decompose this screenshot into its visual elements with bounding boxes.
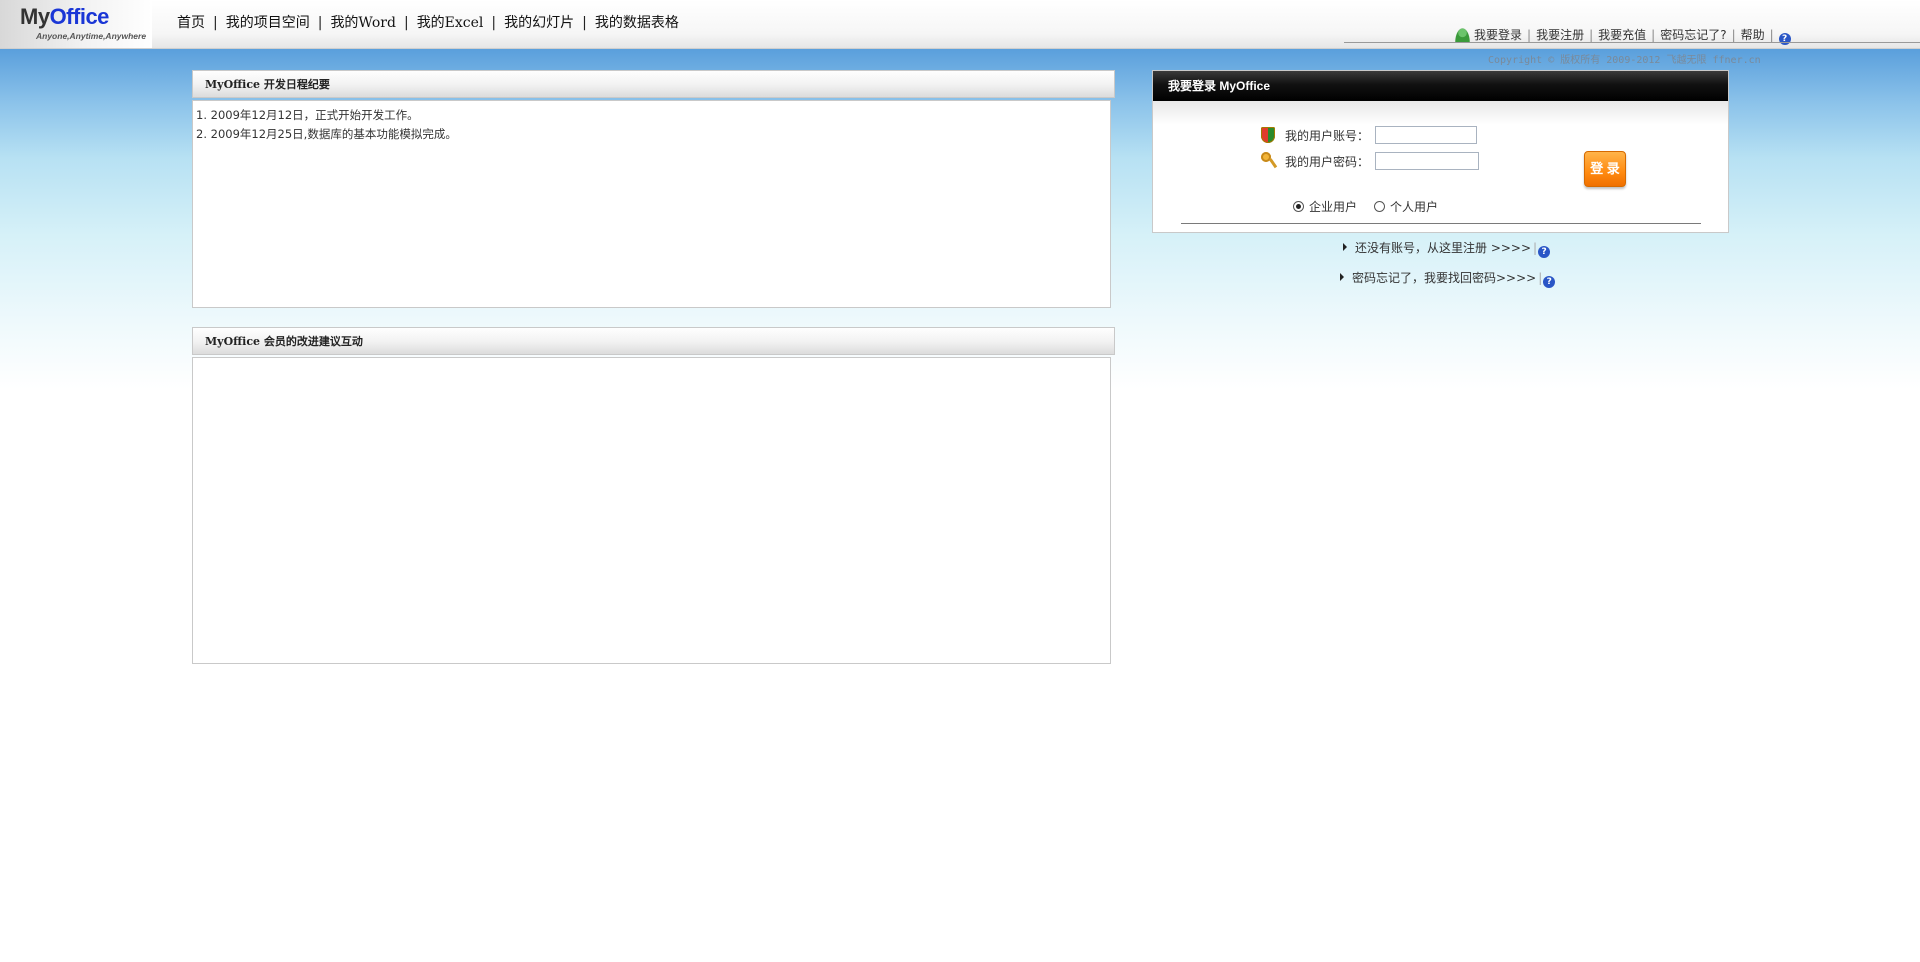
header-divider-line <box>1344 42 1920 43</box>
top-link-separator: | <box>1769 28 1774 42</box>
top-link-help[interactable]: 帮助 <box>1741 28 1765 42</box>
suggestion-panel-title: MyOffice 会员的改进建议互动 <box>192 327 1115 355</box>
help-icon[interactable]: ? <box>1538 246 1551 258</box>
login-box: 我要登录 MyOffice 我的用户账号： 我的用户密码： 登 录 企业用户 个人… <box>1152 70 1729 233</box>
copyright-text: Copyright © 版权所有 2009-2012 飞越无限 ffner.cn <box>1488 55 1761 66</box>
register-link[interactable]: 还没有账号，从这里注册 >>>> <box>1355 241 1531 255</box>
link-separator: | <box>1533 241 1538 255</box>
login-header-fade <box>1153 101 1728 125</box>
password-input[interactable] <box>1375 152 1480 170</box>
list-item: 1. 2009年12月12日，正式开始开发工作。 <box>196 108 419 122</box>
top-header: MyOffice Anyone,Anytime,Anywhere 首页 | 我的项目… <box>0 0 1920 49</box>
nav-my-slides[interactable]: 我的幻灯片 <box>504 15 574 31</box>
myoffice-logo[interactable]: MyOffice Anyone,Anytime,Anywhere <box>0 0 152 48</box>
logo-wordmark: MyOffice <box>20 4 109 29</box>
logo-slogan: Anyone,Anytime,Anywhere <box>36 31 147 41</box>
link-separator: | <box>1538 271 1543 285</box>
top-link-recharge[interactable]: 我要充值 <box>1598 28 1646 42</box>
help-icon[interactable]: ? <box>1543 276 1556 288</box>
user-type-enterprise-label: 企业用户 <box>1309 200 1358 214</box>
register-link-row: 还没有账号，从这里注册 >>>> |? <box>1343 239 1551 258</box>
nav-my-word[interactable]: 我的Word <box>330 15 396 31</box>
main-nav: 首页 | 我的项目空间 | 我的Word | 我的Excel | 我的幻灯片 | 我的数据表格 <box>177 12 679 32</box>
user-type-personal[interactable]: 个人用户 <box>1374 200 1438 214</box>
top-link-register[interactable]: 我要注册 <box>1536 28 1584 42</box>
nav-my-excel[interactable]: 我的Excel <box>417 15 484 31</box>
top-link-separator: | <box>1527 28 1532 42</box>
suggestion-panel-body <box>192 357 1111 664</box>
nav-home[interactable]: 首页 <box>177 15 205 31</box>
help-icon[interactable]: ? <box>1778 33 1791 45</box>
nav-separator: | <box>317 15 323 31</box>
login-button[interactable]: 登 录 <box>1584 151 1626 187</box>
radio-personal[interactable] <box>1374 201 1386 212</box>
shield-icon <box>1261 127 1275 143</box>
forgot-password-link[interactable]: 密码忘记了，我要找回密码>>>> <box>1352 271 1536 285</box>
arrow-right-icon <box>1343 243 1347 251</box>
suggestion-panel: MyOffice 会员的改进建议互动 <box>192 327 1115 664</box>
key-icon <box>1261 152 1275 170</box>
schedule-panel: MyOffice 开发日程纪要 1. 2009年12月12日，正式开始开发工作。… <box>192 70 1115 308</box>
nav-separator: | <box>491 15 497 31</box>
top-link-separator: | <box>1731 28 1736 42</box>
password-label: 我的用户密码： <box>1285 154 1370 169</box>
login-title: 我要登录 MyOffice <box>1153 71 1728 101</box>
username-label: 我的用户账号： <box>1285 128 1370 143</box>
user-icon <box>1455 28 1470 42</box>
top-link-separator: | <box>1589 28 1594 42</box>
nav-project-space[interactable]: 我的项目空间 <box>226 15 310 31</box>
user-type-enterprise[interactable]: 企业用户 <box>1293 200 1357 214</box>
login-divider <box>1181 223 1701 224</box>
top-link-login[interactable]: 我要登录 <box>1474 28 1522 42</box>
password-row: 我的用户密码： <box>1261 152 1480 170</box>
nav-separator: | <box>582 15 587 31</box>
arrow-right-icon <box>1340 273 1344 281</box>
username-row: 我的用户账号： <box>1261 126 1478 144</box>
username-input[interactable] <box>1375 126 1478 144</box>
user-type-group: 企业用户 个人用户 <box>1293 198 1455 215</box>
list-item: 2. 2009年12月25日,数据库的基本功能模拟完成。 <box>196 127 457 141</box>
forgot-password-link-row: 密码忘记了，我要找回密码>>>> |? <box>1340 269 1556 288</box>
schedule-panel-body: 1. 2009年12月12日，正式开始开发工作。 2. 2009年12月25日,… <box>192 100 1111 308</box>
user-type-personal-label: 个人用户 <box>1390 200 1439 214</box>
schedule-panel-title: MyOffice 开发日程纪要 <box>192 70 1115 98</box>
top-link-separator: | <box>1651 28 1656 42</box>
top-link-forgot-password[interactable]: 密码忘记了? <box>1660 28 1726 42</box>
nav-my-data-tables[interactable]: 我的数据表格 <box>595 15 679 31</box>
nav-separator: | <box>403 15 409 31</box>
nav-separator: | <box>213 15 218 31</box>
radio-enterprise[interactable] <box>1293 201 1304 212</box>
